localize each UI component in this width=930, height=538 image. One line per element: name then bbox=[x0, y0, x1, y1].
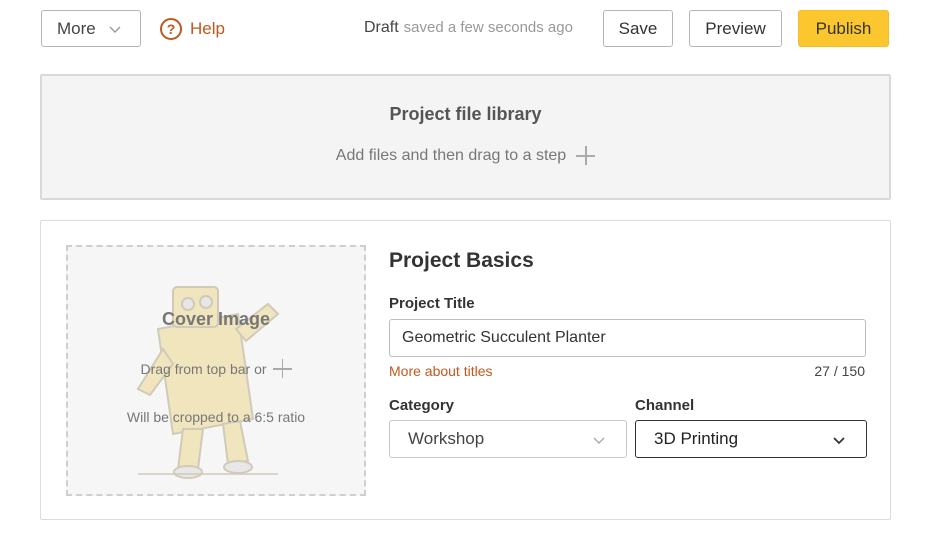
library-subtitle: Add files and then drag to a step bbox=[42, 146, 889, 165]
category-label: Category bbox=[389, 397, 455, 414]
plus-icon[interactable] bbox=[272, 359, 292, 378]
status-detail: saved a few seconds ago bbox=[403, 19, 573, 36]
cover-drag-text: Drag from top bar or bbox=[140, 360, 267, 377]
project-title-input[interactable] bbox=[389, 319, 866, 357]
more-button[interactable]: More bbox=[41, 10, 141, 47]
title-char-count: 27 / 150 bbox=[814, 363, 865, 379]
cover-ratio-hint: Will be cropped to a 6:5 ratio bbox=[126, 409, 306, 425]
preview-button[interactable]: Preview bbox=[689, 10, 782, 47]
chevron-down-icon bbox=[593, 437, 605, 444]
channel-value: 3D Printing bbox=[654, 429, 739, 448]
question-circle-icon: ? bbox=[160, 18, 182, 40]
help-link[interactable]: ? Help bbox=[160, 16, 225, 42]
chevron-down-icon bbox=[109, 26, 121, 33]
help-label: Help bbox=[190, 19, 225, 38]
category-select[interactable]: Workshop bbox=[389, 420, 627, 458]
project-file-library[interactable]: Project file library Add files and then … bbox=[40, 74, 891, 200]
project-basics-card: Cover Image Drag from top bar or Will be… bbox=[40, 220, 891, 520]
top-bar: More ? Help Draft saved a few seconds ago… bbox=[0, 0, 930, 60]
channel-select[interactable]: 3D Printing bbox=[635, 420, 867, 458]
plus-icon[interactable] bbox=[576, 146, 596, 165]
project-title-label: Project Title bbox=[389, 295, 475, 312]
category-value: Workshop bbox=[408, 429, 485, 448]
save-button[interactable]: Save bbox=[603, 10, 673, 47]
cover-image-title: Cover Image bbox=[161, 309, 271, 329]
chevron-down-icon bbox=[833, 437, 845, 445]
publish-button[interactable]: Publish bbox=[798, 10, 889, 47]
channel-label: Channel bbox=[635, 397, 695, 414]
library-title: Project file library bbox=[389, 104, 542, 124]
more-button-label: More bbox=[57, 18, 96, 38]
section-heading: Project Basics bbox=[389, 249, 534, 272]
more-about-titles-link[interactable]: More about titles bbox=[389, 363, 493, 379]
save-status: Draft saved a few seconds ago bbox=[364, 19, 573, 37]
cover-image-dropzone[interactable]: Cover Image Drag from top bar or Will be… bbox=[66, 245, 366, 496]
library-subtitle-text: Add files and then drag to a step bbox=[335, 146, 567, 164]
cover-drag-hint: Drag from top bar or bbox=[68, 359, 364, 378]
status-state: Draft bbox=[364, 19, 399, 36]
